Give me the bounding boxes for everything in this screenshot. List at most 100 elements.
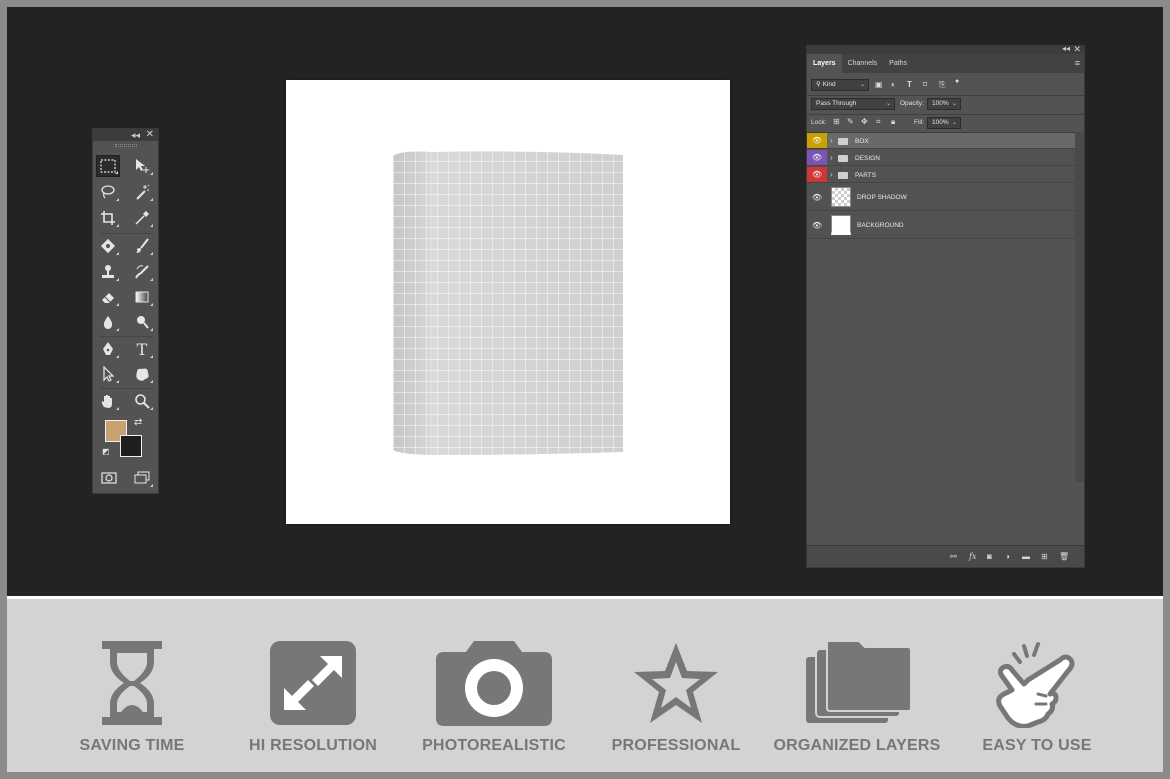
- layers-panel: ◂◂ ✕ Layers Channels Paths ≡ ⚲ Kind ⌄ ▣ …: [806, 44, 1085, 568]
- feature-label: SAVING TIME: [79, 737, 185, 754]
- layer-name: BOX: [855, 138, 869, 145]
- visibility-eye-icon[interactable]: 👁︎: [807, 167, 827, 182]
- document-canvas[interactable]: [286, 80, 730, 524]
- brush-icon[interactable]: [130, 235, 154, 257]
- separator: [99, 336, 154, 337]
- visibility-eye-icon[interactable]: 👁︎: [807, 212, 827, 238]
- rectangular-marquee-icon[interactable]: [96, 155, 120, 177]
- path-selection-icon[interactable]: [96, 363, 120, 385]
- move-icon[interactable]: [130, 155, 154, 177]
- opacity-value: 100%: [932, 100, 949, 107]
- shape-filter-icon[interactable]: ⌑: [923, 80, 927, 90]
- hourglass-icon: [102, 641, 162, 725]
- box-mockup-image: [393, 151, 623, 455]
- link-layers-icon[interactable]: ⚯: [950, 552, 957, 562]
- lock-position-icon[interactable]: ✥: [861, 117, 868, 127]
- opacity-input[interactable]: 100% ⌄: [927, 98, 961, 110]
- blur-icon[interactable]: [96, 311, 120, 333]
- pixel-filter-icon[interactable]: ▣: [875, 80, 883, 90]
- clone-stamp-icon[interactable]: [96, 261, 120, 283]
- history-brush-icon[interactable]: [130, 261, 154, 283]
- folder-icon: [838, 138, 848, 145]
- quick-mask-icon[interactable]: [97, 467, 121, 489]
- layer-row-box[interactable]: 👁︎ › BOX: [807, 133, 1075, 149]
- layer-name: DROP SHADOW: [857, 194, 907, 201]
- folders-icon: [804, 640, 912, 725]
- folder-icon: [838, 172, 848, 179]
- gradient-icon[interactable]: [130, 286, 154, 308]
- layer-row-parts[interactable]: 👁︎ › PARTS: [807, 167, 1075, 183]
- camera-icon: [436, 641, 552, 726]
- visibility-eye-icon[interactable]: 👁︎: [807, 150, 827, 165]
- crop-icon[interactable]: [96, 207, 120, 229]
- feature-label: PHOTOREALISTIC: [422, 737, 566, 754]
- collapse-icon[interactable]: ◂◂: [131, 129, 140, 141]
- smart-object-filter-icon[interactable]: ⎘: [939, 80, 945, 90]
- type-icon[interactable]: T: [130, 338, 154, 360]
- add-mask-icon[interactable]: ◙: [987, 552, 992, 562]
- layers-scrollbar[interactable]: [1075, 132, 1084, 482]
- healing-brush-icon[interactable]: [96, 235, 120, 257]
- tab-paths[interactable]: Paths: [883, 54, 913, 73]
- chevron-right-icon[interactable]: ›: [830, 153, 833, 162]
- adjustment-filter-icon[interactable]: ◐: [891, 80, 896, 90]
- layer-row-drop-shadow[interactable]: 👁︎ DROP SHADOW: [807, 184, 1075, 211]
- zoom-icon[interactable]: [130, 390, 154, 412]
- background-color-swatch[interactable]: [120, 435, 142, 457]
- layers-panel-header[interactable]: ◂◂ ✕: [807, 44, 1084, 54]
- swap-colors-icon[interactable]: ⇄: [134, 417, 142, 428]
- hand-icon[interactable]: [96, 390, 120, 412]
- close-icon[interactable]: ✕: [146, 129, 154, 141]
- layer-row-design[interactable]: 👁︎ › DESIGN: [807, 150, 1075, 166]
- filter-kind-select[interactable]: ⚲ Kind ⌄: [811, 79, 869, 91]
- layer-name: BACKGROUND: [857, 222, 904, 229]
- magic-wand-icon[interactable]: [130, 181, 154, 203]
- collapse-icon[interactable]: ◂◂: [1062, 44, 1070, 53]
- lock-artboard-icon[interactable]: ⌗: [876, 117, 881, 127]
- tools-panel-header[interactable]: ◂◂ ✕: [93, 129, 158, 141]
- layer-thumbnail: [831, 215, 851, 235]
- panel-menu-icon[interactable]: ≡: [1075, 58, 1080, 68]
- blend-mode-select[interactable]: Pass Through ⌄: [811, 98, 895, 110]
- expand-arrows-icon: [270, 641, 356, 725]
- tab-layers[interactable]: Layers: [807, 54, 842, 73]
- panel-tabs: Layers Channels Paths ≡: [807, 54, 1084, 73]
- separator: [99, 233, 154, 234]
- shape-icon[interactable]: [130, 363, 154, 385]
- layer-name: PARTS: [855, 172, 877, 179]
- chevron-right-icon[interactable]: ›: [830, 170, 833, 179]
- new-group-icon[interactable]: ▬: [1022, 552, 1030, 562]
- delete-layer-icon[interactable]: 🗑︎: [1059, 552, 1069, 562]
- lock-image-icon[interactable]: ✎: [847, 117, 854, 127]
- fx-icon[interactable]: fx: [969, 552, 976, 562]
- new-layer-icon[interactable]: ⊞: [1041, 552, 1048, 562]
- filter-row: ⚲ Kind ⌄ ▣ ◐ T ⌑ ⎘ ●: [807, 77, 1084, 94]
- screen-mode-icon[interactable]: [130, 467, 154, 489]
- tab-channels[interactable]: Channels: [842, 54, 884, 73]
- chevron-down-icon: ⌄: [859, 82, 865, 88]
- default-colors-icon[interactable]: ◩: [102, 447, 110, 456]
- lock-all-icon[interactable]: 🔒︎: [891, 117, 895, 127]
- feature-label: EASY TO USE: [982, 737, 1092, 754]
- visibility-eye-icon[interactable]: 👁︎: [807, 133, 827, 148]
- lock-row: Lock: ⊞ ✎ ✥ ⌗ 🔒︎ Fill: 100% ⌄: [807, 115, 1084, 132]
- chevron-down-icon: ⌄: [951, 120, 957, 126]
- eyedropper-icon[interactable]: [130, 207, 154, 229]
- type-filter-icon[interactable]: T: [907, 80, 912, 90]
- chevron-right-icon[interactable]: ›: [830, 136, 833, 145]
- drag-grip[interactable]: [115, 144, 137, 147]
- filter-toggle-icon[interactable]: ●: [955, 77, 959, 87]
- lasso-icon[interactable]: [96, 181, 120, 203]
- visibility-eye-icon[interactable]: 👁︎: [807, 184, 827, 210]
- lock-transparent-icon[interactable]: ⊞: [833, 117, 840, 127]
- feature-label: PROFESSIONAL: [611, 737, 741, 754]
- layer-row-background[interactable]: 👁︎ BACKGROUND: [807, 212, 1075, 239]
- dodge-icon[interactable]: [130, 311, 154, 333]
- eraser-icon[interactable]: [96, 286, 120, 308]
- adjustment-layer-icon[interactable]: ◑: [1005, 552, 1010, 562]
- folder-icon: [838, 155, 848, 162]
- layers-panel-footer: ⚯ fx ◙ ◑ ▬ ⊞ 🗑︎: [807, 545, 1084, 567]
- pen-icon[interactable]: [96, 338, 120, 360]
- blend-row: Pass Through ⌄ Opacity: 100% ⌄: [807, 96, 1084, 113]
- fill-input[interactable]: 100% ⌄: [927, 117, 961, 129]
